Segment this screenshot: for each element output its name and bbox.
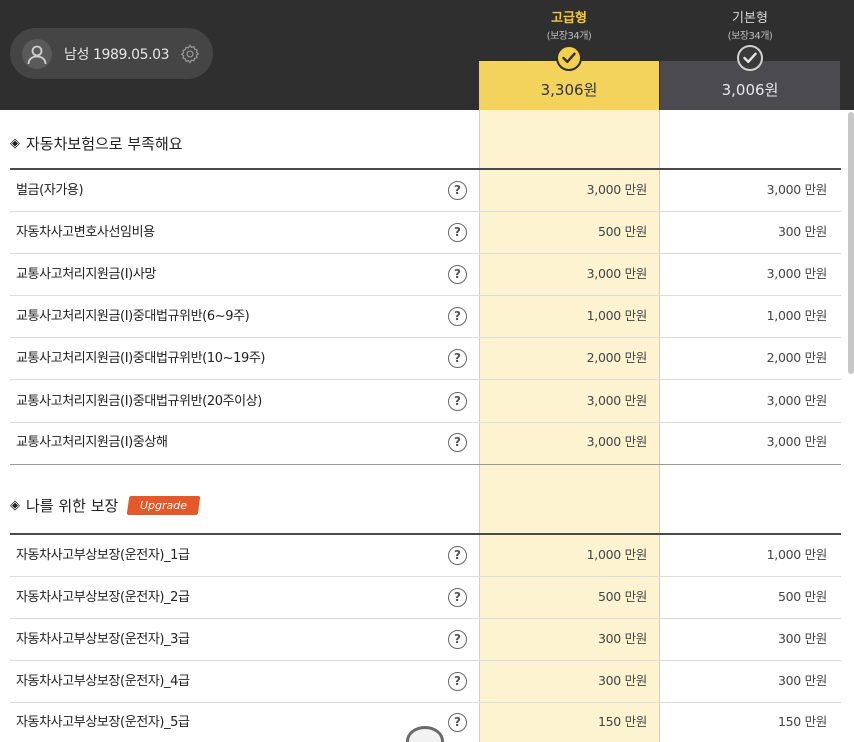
diamond-icon: ◈ — [10, 136, 20, 151]
basic-amount: 1,000 만원 — [766, 308, 828, 323]
premium-amount: 300 만원 — [597, 631, 647, 646]
basic-amount: 300 만원 — [777, 673, 827, 688]
question-icon[interactable]: ? — [448, 392, 467, 411]
coverage-label: 자동차사고부상보장(운전자)_3급 — [16, 632, 190, 647]
premium-amount: 1,000 만원 — [586, 308, 648, 323]
table-row: 교통사고처리지원금(I)중대법규위반(20주이상) ? 3,000 만원 3,0… — [10, 381, 841, 423]
basic-amount: 3,000 만원 — [766, 434, 828, 449]
question-icon[interactable]: ? — [448, 713, 467, 732]
table-row: 자동차사고부상보장(운전자)_4급 ? 300 만원 300 만원 — [10, 661, 841, 703]
coverage-label: 벌금(자가용) — [16, 183, 84, 198]
premium-amount: 3,000 만원 — [586, 393, 648, 408]
question-icon[interactable]: ? — [448, 223, 467, 242]
premium-amount: 150 만원 — [597, 714, 647, 729]
question-icon[interactable]: ? — [448, 588, 467, 607]
basic-amount: 3,000 만원 — [766, 182, 828, 197]
gear-icon[interactable] — [179, 43, 201, 65]
premium-amount: 300 만원 — [597, 673, 647, 688]
premium-amount: 1,000 만원 — [586, 547, 648, 562]
basic-amount: 3,000 만원 — [766, 266, 828, 281]
coverage-label: 자동차사고부상보장(운전자)_1급 — [16, 548, 190, 563]
question-icon[interactable]: ? — [448, 265, 467, 284]
section-end-rule — [10, 464, 841, 465]
section-title: ◈ 나를 위한 보장 Upgrade — [10, 495, 201, 516]
coverage-label: 자동차사고부상보장(운전자)_2급 — [16, 590, 190, 605]
table-row: 교통사고처리지원금(I)중상해 ? 3,000 만원 3,000 만원 — [10, 422, 841, 464]
table-row: 교통사고처리지원금(I)중대법규위반(6~9주) ? 1,000 만원 1,00… — [10, 296, 841, 338]
basic-amount: 3,000 만원 — [766, 393, 828, 408]
plan-header: 남성 1989.05.03 고급형 (보장34개) 3,306원 기본형 (보장… — [0, 0, 854, 110]
diamond-icon: ◈ — [10, 498, 20, 513]
table-row: 자동차사고변호사선임비용 ? 500 만원 300 만원 — [10, 212, 841, 254]
profile-info: 남성 1989.05.03 — [64, 46, 170, 63]
basic-amount: 300 만원 — [777, 631, 827, 646]
question-icon[interactable]: ? — [448, 181, 467, 200]
basic-amount: 500 만원 — [777, 589, 827, 604]
table-row: 자동차사고부상보장(운전자)_1급 ? 1,000 만원 1,000 만원 — [10, 535, 841, 577]
question-icon[interactable]: ? — [448, 433, 467, 452]
scrollbar[interactable] — [848, 112, 854, 374]
question-icon[interactable]: ? — [448, 307, 467, 326]
basic-amount: 1,000 만원 — [766, 547, 828, 562]
check-icon — [737, 45, 763, 71]
coverage-label: 교통사고처리지원금(I)중대법규위반(10~19주) — [16, 351, 266, 366]
premium-amount: 500 만원 — [597, 589, 647, 604]
premium-amount: 2,000 만원 — [586, 350, 648, 365]
plan-column-premium[interactable]: 고급형 (보장34개) 3,306원 — [479, 0, 659, 110]
coverage-label: 교통사고처리지원금(I)중대법규위반(20주이상) — [16, 394, 262, 409]
table-row: 자동차사고부상보장(운전자)_2급 ? 500 만원 500 만원 — [10, 577, 841, 619]
premium-amount: 3,000 만원 — [586, 182, 648, 197]
plan-column-basic[interactable]: 기본형 (보장34개) 3,006원 — [660, 0, 840, 110]
coverage-label: 자동차사고변호사선임비용 — [16, 225, 155, 240]
section-title-text: 자동차보험으로 부족해요 — [26, 135, 183, 153]
question-icon[interactable]: ? — [448, 630, 467, 649]
user-avatar-icon — [22, 38, 52, 69]
section-title-text: 나를 위한 보장 — [26, 497, 119, 515]
question-icon[interactable]: ? — [448, 672, 467, 691]
premium-amount: 500 만원 — [597, 224, 647, 239]
table-row: 교통사고처리지원금(I)중대법규위반(10~19주) ? 2,000 만원 2,… — [10, 338, 841, 380]
plan-name: 고급형 — [551, 11, 587, 26]
plan-coverage-count: (보장34개) — [727, 31, 773, 42]
basic-amount: 2,000 만원 — [766, 350, 828, 365]
coverage-label: 자동차사고부상보장(운전자)_4급 — [16, 674, 190, 689]
basic-amount: 300 만원 — [777, 224, 827, 239]
upgrade-badge-label: Upgrade — [140, 499, 188, 512]
question-icon[interactable]: ? — [448, 546, 467, 565]
profile-pill[interactable]: 남성 1989.05.03 — [10, 28, 213, 79]
check-icon — [556, 45, 582, 71]
premium-amount: 3,000 만원 — [586, 434, 648, 449]
coverage-label: 자동차사고부상보장(운전자)_5급 — [16, 715, 190, 730]
section-title: ◈ 자동차보험으로 부족해요 — [10, 133, 183, 154]
premium-amount: 3,000 만원 — [586, 266, 648, 281]
coverage-label: 교통사고처리지원금(I)중대법규위반(6~9주) — [16, 309, 250, 324]
basic-amount: 150 만원 — [777, 714, 827, 729]
table-row: 벌금(자가용) ? 3,000 만원 3,000 만원 — [10, 170, 841, 212]
question-icon[interactable]: ? — [448, 349, 467, 368]
coverage-label: 교통사고처리지원금(I)사망 — [16, 267, 156, 282]
table-row: 자동차사고부상보장(운전자)_3급 ? 300 만원 300 만원 — [10, 619, 841, 661]
upgrade-badge[interactable]: Upgrade — [127, 496, 201, 515]
plan-coverage-count: (보장34개) — [546, 31, 592, 42]
plan-name: 기본형 — [732, 11, 768, 26]
table-row: 교통사고처리지원금(I)사망 ? 3,000 만원 3,000 만원 — [10, 254, 841, 296]
coverage-label: 교통사고처리지원금(I)중상해 — [16, 435, 168, 450]
